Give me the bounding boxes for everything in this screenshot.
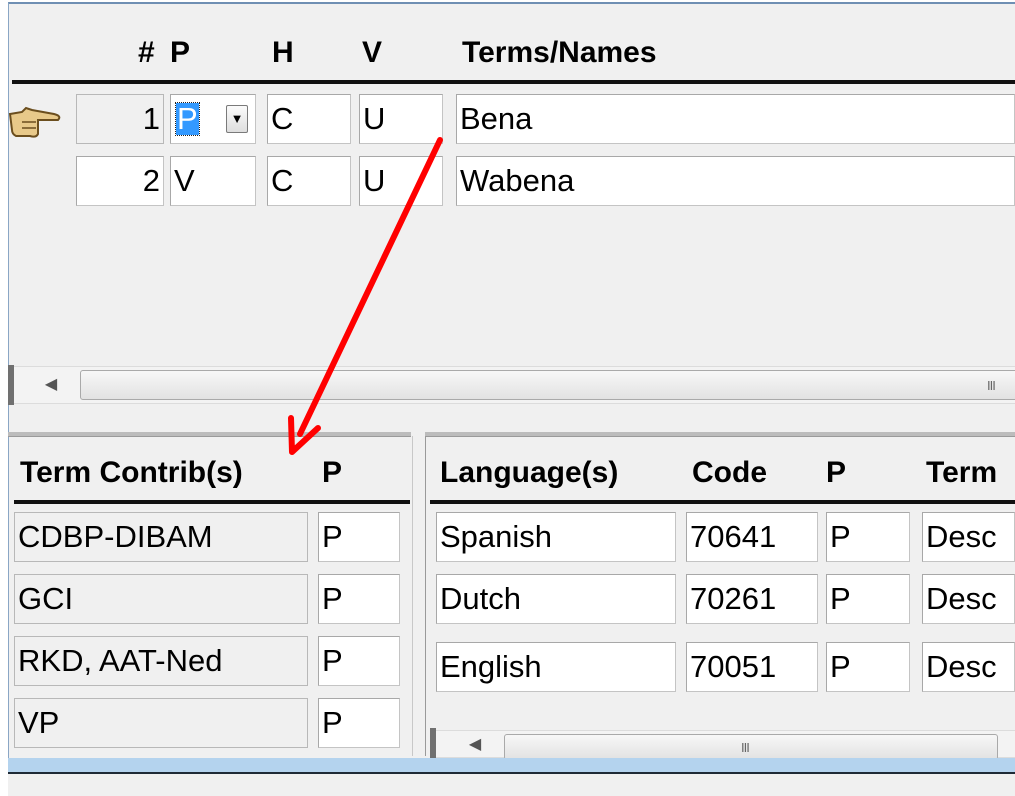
scroll-thumb[interactable]: III (80, 370, 1015, 400)
header-divider (12, 80, 1015, 84)
language-preferred-field[interactable]: P (826, 642, 910, 692)
language-code-field[interactable]: 70641 (686, 512, 818, 562)
scroll-thumb[interactable]: III (504, 734, 998, 760)
header-divider (430, 500, 1015, 504)
language-term-type-field[interactable]: Desc (922, 512, 1015, 562)
contributor-preferred-field[interactable]: P (318, 512, 400, 562)
contributor-field[interactable]: GCI (14, 574, 308, 624)
scroll-grip: III (741, 740, 750, 755)
contributor-preferred-field[interactable]: P (318, 698, 400, 748)
col-header-vernacular[interactable]: V (362, 38, 382, 68)
historic-field[interactable]: C (267, 156, 351, 206)
col-header-language-preferred[interactable]: P (826, 458, 846, 488)
contributor-preferred-field[interactable]: P (318, 636, 400, 686)
vertical-panel-splitter[interactable] (412, 436, 426, 756)
language-preferred-field[interactable]: P (826, 512, 910, 562)
scroll-left-arrow-icon[interactable]: ◀ (32, 367, 70, 403)
header-divider (14, 500, 410, 504)
row-number: 2 (76, 156, 164, 206)
status-bar (8, 774, 1015, 796)
language-term-type-field[interactable]: Desc (922, 574, 1015, 624)
contributor-preferred-field[interactable]: P (318, 574, 400, 624)
term-name-field[interactable]: Bena (456, 94, 1015, 144)
contributor-field[interactable]: VP (14, 698, 308, 748)
preferred-select[interactable]: V (170, 156, 256, 206)
pointing-hand-icon (8, 106, 61, 138)
col-header-code[interactable]: Code (692, 458, 767, 488)
language-code-field[interactable]: 70051 (686, 642, 818, 692)
col-header-term-contribs[interactable]: Term Contrib(s) (20, 458, 243, 488)
col-header-historic[interactable]: H (272, 38, 294, 68)
language-term-type-field[interactable]: Desc (922, 642, 1015, 692)
historic-field[interactable]: C (267, 94, 351, 144)
status-bar-band (8, 758, 1015, 772)
chevron-down-icon[interactable]: ▼ (226, 105, 248, 133)
scroll-grip: III (987, 378, 996, 393)
panel-splitter-right[interactable] (425, 432, 1015, 437)
vernacular-field[interactable]: U (359, 94, 443, 144)
terms-horizontal-scrollbar[interactable]: ◀ III (14, 366, 1015, 404)
panel-splitter-left[interactable] (8, 432, 411, 437)
col-header-term-type[interactable]: Term (926, 458, 997, 488)
term-name-field[interactable]: Wabena (456, 156, 1015, 206)
contributor-field[interactable]: CDBP-DIBAM (14, 512, 308, 562)
col-header-languages[interactable]: Language(s) (440, 458, 618, 488)
vernacular-field[interactable]: U (359, 156, 443, 206)
language-field[interactable]: Spanish (436, 512, 676, 562)
col-header-num[interactable]: # (138, 38, 155, 68)
language-preferred-field[interactable]: P (826, 574, 910, 624)
language-field[interactable]: English (436, 642, 676, 692)
preferred-select[interactable]: P ▼ (170, 94, 256, 144)
row-number: 1 (76, 94, 164, 144)
preferred-select-value: P (175, 101, 200, 136)
col-header-preferred[interactable]: P (170, 38, 190, 68)
language-code-field[interactable]: 70261 (686, 574, 818, 624)
contributor-field[interactable]: RKD, AAT-Ned (14, 636, 308, 686)
language-horizontal-scrollbar[interactable]: ◀ III (436, 730, 1015, 760)
col-header-terms-names[interactable]: Terms/Names (462, 38, 657, 68)
col-header-contrib-preferred[interactable]: P (322, 458, 342, 488)
language-field[interactable]: Dutch (436, 574, 676, 624)
